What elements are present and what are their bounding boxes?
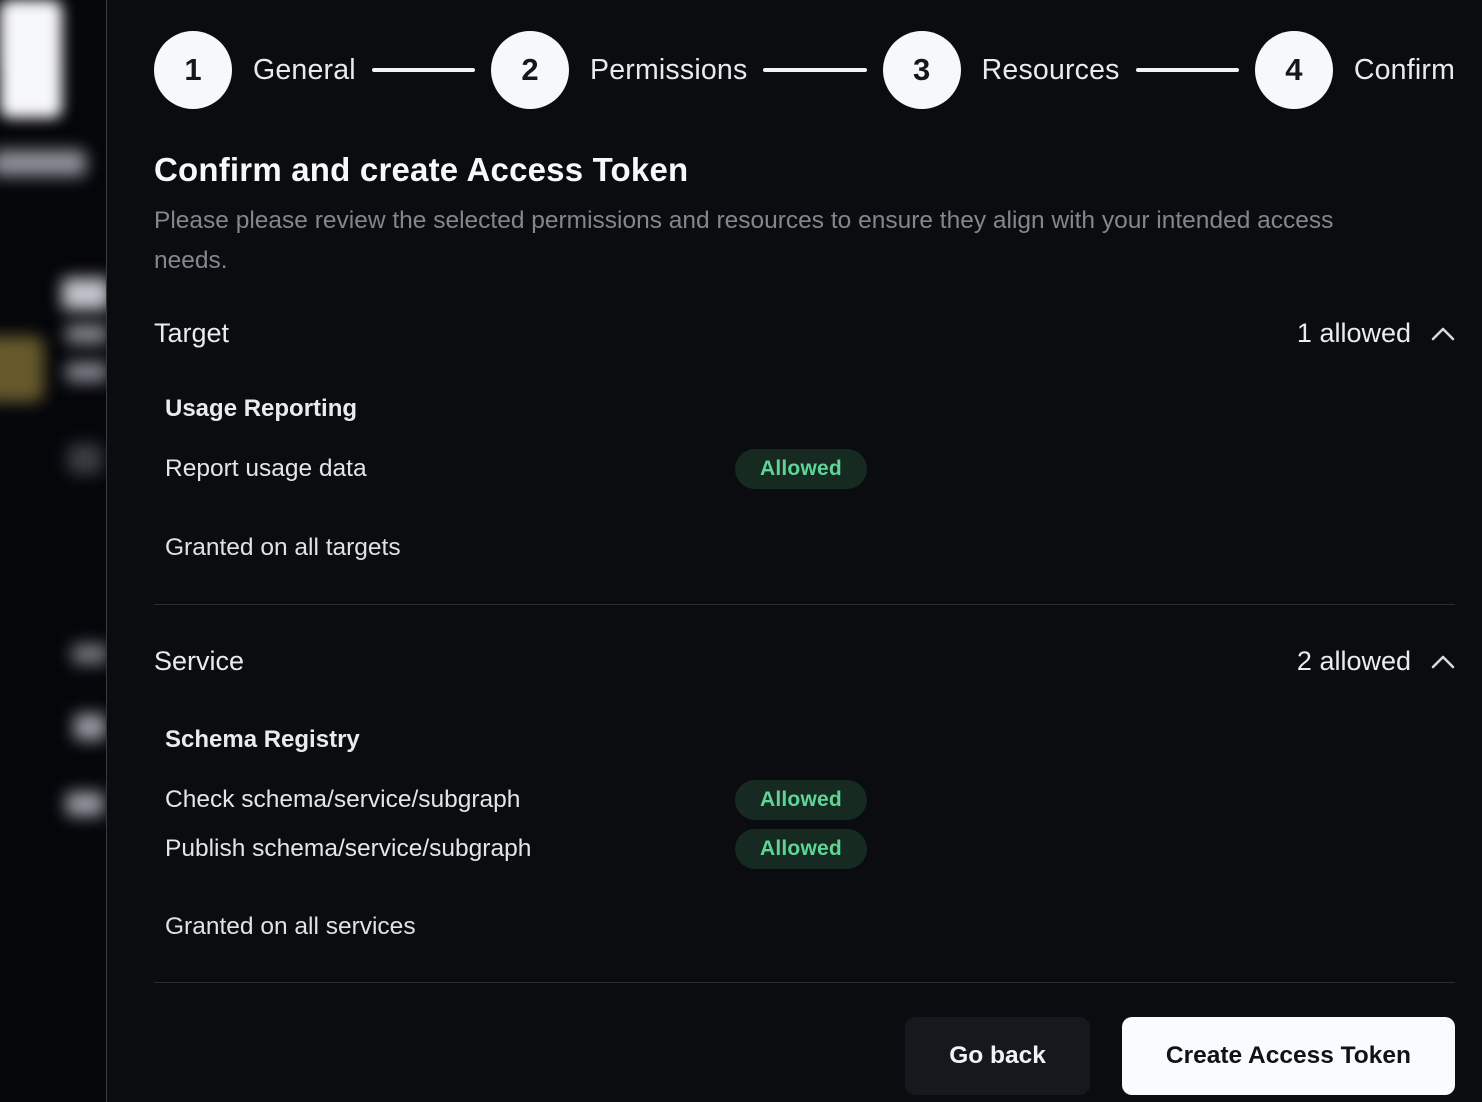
blurred-body-text: [66, 324, 106, 344]
create-access-token-modal: 1 General 2 Permissions 3 Resources 4 Co…: [106, 0, 1482, 1102]
step-connector-line: [1136, 68, 1239, 72]
permission-group-title: Schema Registry: [165, 726, 1455, 754]
stepper-step-resources[interactable]: 3 Resources: [883, 31, 1120, 109]
permission-label: Check schema/service/subgraph: [165, 786, 735, 814]
status-badge: Allowed: [735, 780, 867, 820]
step-number-circle: 2: [491, 31, 569, 109]
chevron-up-icon: [1431, 655, 1455, 669]
step-number: 2: [521, 52, 538, 88]
footer-divider: [154, 982, 1455, 983]
permission-row: Report usage data Allowed: [165, 449, 1455, 489]
blurred-accent-shape: [0, 336, 44, 402]
background-page: [0, 0, 106, 1102]
stepper-step-general[interactable]: 1 General: [154, 31, 356, 109]
blurred-heading-text: [62, 278, 106, 310]
step-connector-line: [372, 68, 475, 72]
permission-label: Report usage data: [165, 455, 735, 483]
target-section: Target 1 allowed Usage Reporting Report …: [154, 318, 1455, 562]
step-label: Permissions: [590, 54, 747, 87]
granted-scope-text: Granted on all services: [165, 913, 1455, 941]
section-divider: [154, 604, 1455, 605]
service-collapse-toggle[interactable]: 2 allowed: [1297, 646, 1455, 677]
step-number: 4: [1285, 52, 1302, 88]
step-label: Resources: [982, 54, 1120, 87]
chevron-up-icon: [1431, 327, 1455, 341]
step-connector-line: [763, 68, 866, 72]
step-label: General: [253, 54, 356, 87]
step-number-circle: 3: [883, 31, 961, 109]
service-allowed-count: 2 allowed: [1297, 646, 1411, 677]
page-subtitle: Please please review the selected permis…: [154, 201, 1394, 281]
blurred-body-text: [66, 362, 106, 382]
step-number: 3: [913, 52, 930, 88]
step-number-circle: 4: [1255, 31, 1333, 109]
target-collapse-toggle[interactable]: 1 allowed: [1297, 318, 1455, 349]
service-section: Service 2 allowed Schema Registry Check …: [154, 646, 1455, 941]
status-badge: Allowed: [735, 829, 867, 869]
stepper: 1 General 2 Permissions 3 Resources 4 Co…: [154, 31, 1455, 109]
step-label: Confirm: [1354, 54, 1455, 87]
section-title-service: Service: [154, 646, 244, 677]
stepper-step-confirm[interactable]: 4 Confirm: [1255, 31, 1455, 109]
step-number-circle: 1: [154, 31, 232, 109]
blurred-label-text: [74, 714, 106, 740]
permission-label: Publish schema/service/subgraph: [165, 835, 735, 863]
step-number: 1: [184, 52, 201, 88]
permission-group-title: Usage Reporting: [165, 395, 1455, 423]
target-allowed-count: 1 allowed: [1297, 318, 1411, 349]
status-badge: Allowed: [735, 449, 867, 489]
stepper-step-permissions[interactable]: 2 Permissions: [491, 31, 747, 109]
go-back-button[interactable]: Go back: [905, 1017, 1090, 1095]
granted-scope-text: Granted on all targets: [165, 534, 1455, 562]
blurred-sidebar-text: [0, 150, 86, 176]
modal-footer: Go back Create Access Token: [154, 1017, 1455, 1095]
blurred-label-text: [72, 644, 106, 664]
blurred-label-text: [66, 792, 104, 816]
page-title: Confirm and create Access Token: [154, 151, 1455, 189]
permission-row: Publish schema/service/subgraph Allowed: [165, 829, 1455, 869]
blurred-icon: [68, 444, 102, 474]
permission-row: Check schema/service/subgraph Allowed: [165, 780, 1455, 820]
blurred-white-card: [0, 0, 62, 118]
create-access-token-button[interactable]: Create Access Token: [1122, 1017, 1455, 1095]
section-title-target: Target: [154, 318, 229, 349]
